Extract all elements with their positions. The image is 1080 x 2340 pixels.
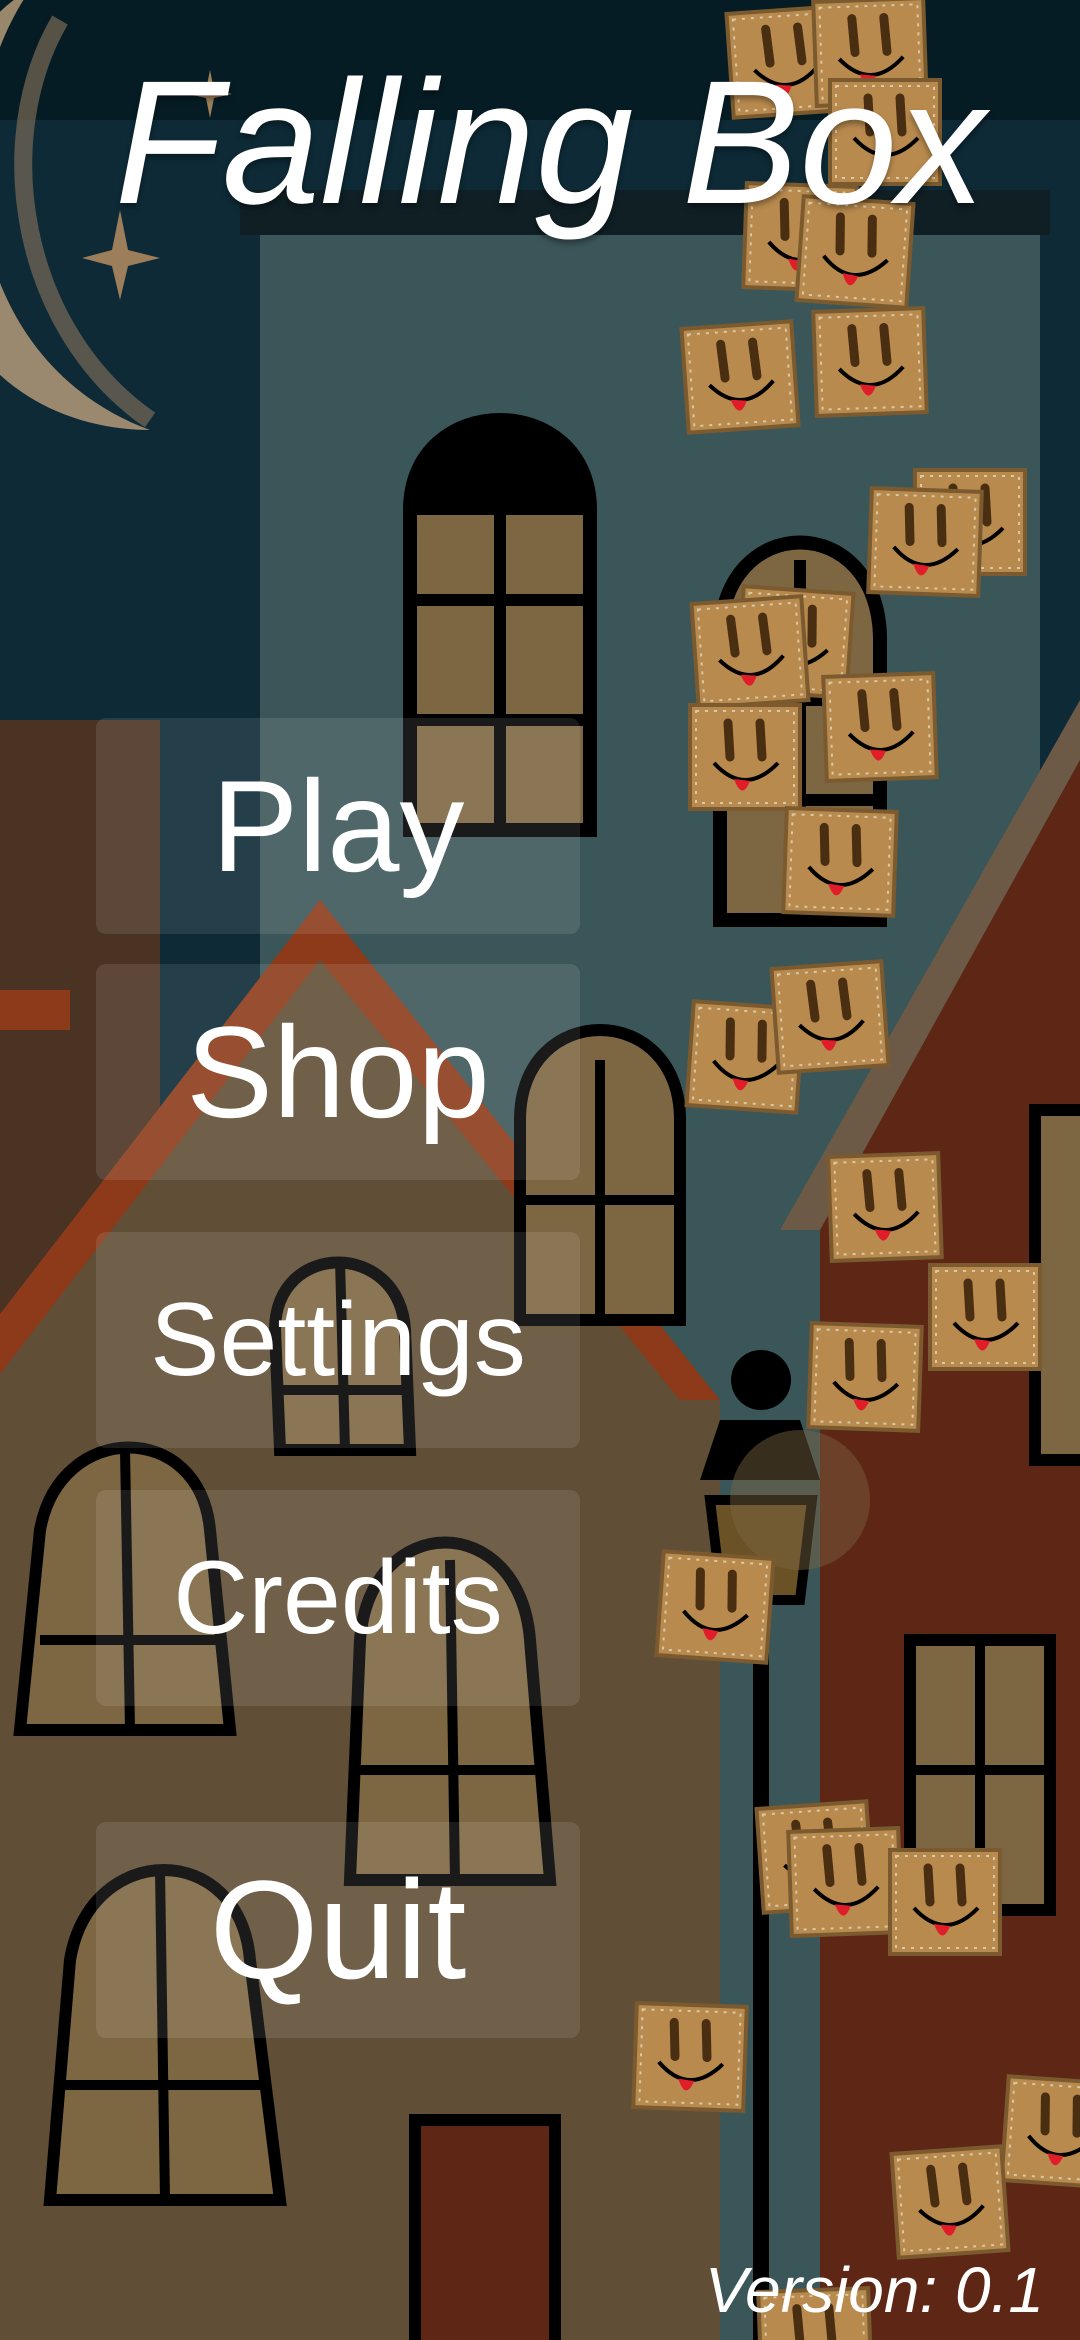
quit-button-label: Quit: [209, 1851, 467, 2008]
shop-button-label: Shop: [186, 999, 490, 1145]
credits-button-label: Credits: [173, 1539, 503, 1656]
crate-icon: [866, 486, 984, 598]
settings-button-label: Settings: [150, 1281, 526, 1398]
crate-icon: [889, 2144, 1011, 2260]
game-title: Falling Box: [114, 45, 986, 241]
crate-icon: [821, 671, 939, 783]
crate-icon: [826, 1151, 944, 1263]
crate-icon: [679, 319, 801, 435]
crate-icon: [689, 594, 811, 710]
crate-icon: [781, 806, 899, 918]
crate-icon: [928, 1263, 1042, 1371]
crate-icon: [806, 1321, 924, 1433]
play-button[interactable]: Play: [96, 718, 580, 934]
crate-icon: [786, 1826, 904, 1938]
play-button-label: Play: [211, 753, 465, 899]
settings-button[interactable]: Settings: [96, 1232, 580, 1448]
credits-button[interactable]: Credits: [96, 1490, 580, 1706]
crate-icon: [999, 2074, 1080, 2190]
quit-button[interactable]: Quit: [96, 1822, 580, 2038]
crate-icon: [769, 959, 891, 1075]
crate-icon: [888, 1848, 1002, 1956]
crate-icon: [811, 306, 929, 418]
crate-icon: [631, 2001, 749, 2113]
crate-icon: [688, 703, 802, 811]
shop-button[interactable]: Shop: [96, 964, 580, 1180]
crate-icon: [654, 1549, 776, 1665]
version-label: Version: 0.1: [704, 2254, 1044, 2326]
